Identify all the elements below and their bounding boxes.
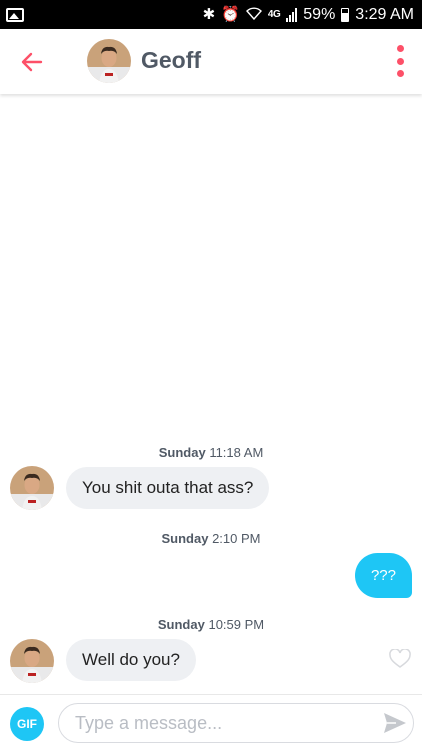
network-type: 4G: [267, 9, 281, 20]
alarm-icon: ⏰: [221, 6, 240, 23]
status-bar: ✱ ⏰ 4G 59% 3:29 AM: [0, 0, 422, 29]
wifi-icon: [245, 6, 262, 23]
more-vertical-icon: [396, 45, 404, 52]
status-time: 3:29 AM: [355, 5, 414, 23]
message-timestamp: Sunday 11:18 AM: [158, 445, 264, 460]
avatar[interactable]: [10, 639, 54, 683]
message-bubble-outgoing[interactable]: ???: [354, 553, 412, 598]
message-timestamp: Sunday 10:59 PM: [157, 617, 265, 632]
chat-header: Geoff: [0, 29, 422, 94]
message-input[interactable]: [58, 703, 414, 743]
heart-icon: [389, 648, 411, 668]
contact-name[interactable]: Geoff: [141, 47, 201, 74]
battery-icon: [341, 7, 350, 22]
more-options-button[interactable]: [392, 45, 408, 77]
message-timestamp: Sunday 2:10 PM: [161, 531, 261, 546]
message-composer: GIF: [0, 694, 422, 750]
arrow-left-icon: [21, 52, 43, 72]
send-icon: [384, 713, 406, 733]
send-button[interactable]: [382, 710, 408, 736]
back-button[interactable]: [18, 48, 46, 76]
avatar[interactable]: [10, 466, 54, 510]
like-button[interactable]: [389, 648, 411, 669]
message-bubble-incoming[interactable]: You shit outa that ass?: [66, 467, 270, 509]
bluetooth-icon: ✱: [202, 6, 216, 23]
gif-button[interactable]: GIF: [10, 707, 44, 741]
gallery-icon: [6, 7, 24, 22]
signal-icon: [286, 7, 298, 22]
battery-percent: 59%: [303, 5, 336, 23]
avatar[interactable]: [87, 39, 131, 83]
message-bubble-incoming[interactable]: Well do you?: [66, 639, 196, 681]
